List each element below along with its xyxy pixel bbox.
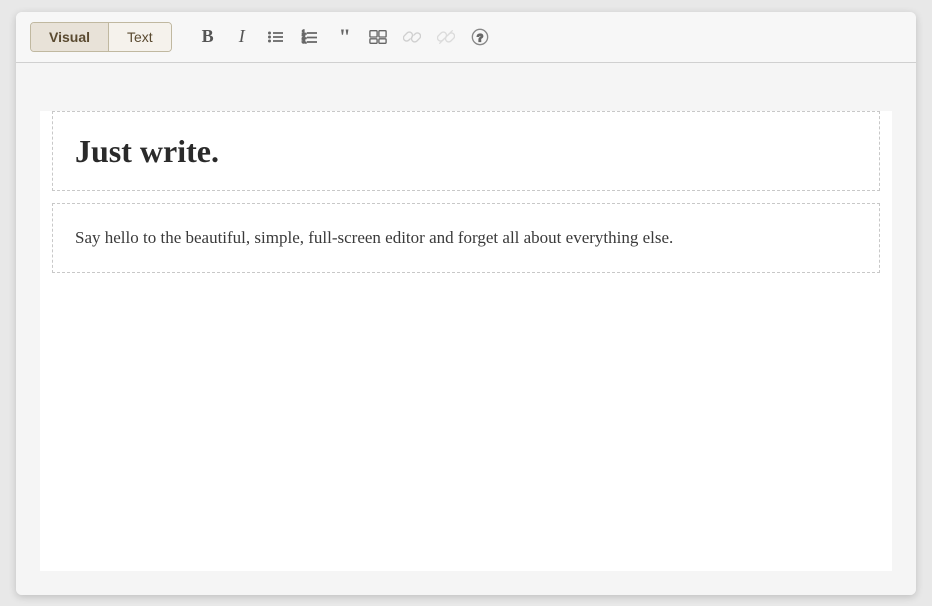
link-icon: [403, 28, 421, 46]
editor-body: Just write. Say hello to the beautiful, …: [16, 63, 916, 595]
svg-text:3.: 3.: [302, 39, 307, 45]
help-button[interactable]: ?: [466, 23, 494, 51]
tab-text[interactable]: Text: [109, 23, 171, 51]
paragraph-block[interactable]: Say hello to the beautiful, simple, full…: [52, 203, 880, 273]
unlink-icon: [437, 28, 455, 46]
link-button[interactable]: [398, 23, 426, 51]
italic-button[interactable]: I: [228, 23, 256, 51]
heading-block[interactable]: Just write.: [52, 111, 880, 191]
help-icon: ?: [471, 28, 489, 46]
paragraph-text: Say hello to the beautiful, simple, full…: [75, 224, 857, 252]
media-button[interactable]: [364, 23, 392, 51]
ordered-list-icon: 1. 2. 3.: [301, 28, 319, 46]
content-area[interactable]: Just write. Say hello to the beautiful, …: [40, 111, 892, 571]
unordered-list-button[interactable]: [262, 23, 290, 51]
toolbar: Visual Text B I 1. 2. 3.: [16, 12, 916, 63]
unlink-button[interactable]: [432, 23, 460, 51]
editor-container: Visual Text B I 1. 2. 3.: [16, 12, 916, 595]
media-icon: [369, 28, 387, 46]
view-mode-tabs: Visual Text: [30, 22, 172, 52]
bold-button[interactable]: B: [194, 23, 222, 51]
svg-text:?: ?: [476, 32, 483, 44]
unordered-list-icon: [267, 28, 285, 46]
tab-visual[interactable]: Visual: [31, 23, 109, 51]
ordered-list-button[interactable]: 1. 2. 3.: [296, 23, 324, 51]
heading-text: Just write.: [75, 132, 857, 170]
blockquote-button[interactable]: ": [330, 23, 358, 51]
